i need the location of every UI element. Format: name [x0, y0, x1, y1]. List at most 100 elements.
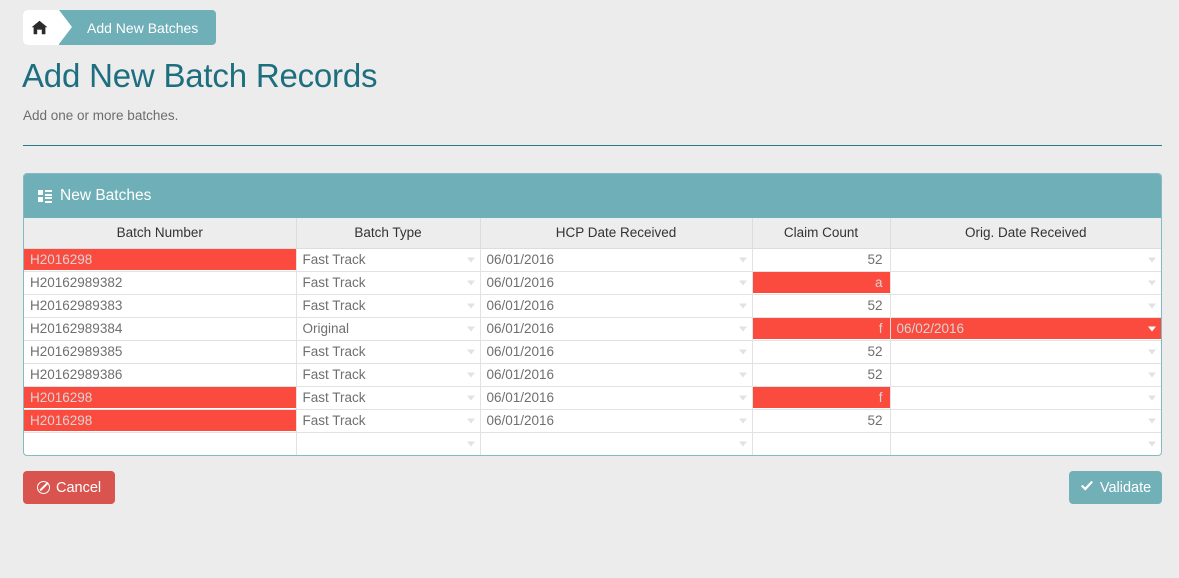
- chevron-down-icon[interactable]: [466, 280, 475, 285]
- validate-button[interactable]: Validate: [1069, 471, 1162, 504]
- hcp-date-input[interactable]: 06/01/2016: [481, 249, 752, 270]
- batch-type-input[interactable]: [297, 433, 480, 454]
- cell-claim-count[interactable]: 52: [751, 293, 891, 318]
- batch-number-input[interactable]: H20162989385: [24, 341, 296, 362]
- chevron-down-icon[interactable]: [1148, 326, 1156, 331]
- batch-type-input[interactable]: Original: [297, 318, 480, 339]
- cell-orig-date[interactable]: [889, 293, 1161, 318]
- cell-claim-count[interactable]: a: [751, 270, 891, 295]
- chevron-down-icon[interactable]: [1148, 303, 1156, 308]
- cell-batch-number[interactable]: H20162989385: [24, 339, 297, 364]
- cell-batch-type[interactable]: Fast Track: [295, 247, 481, 272]
- cell-batch-type[interactable]: [295, 431, 481, 455]
- claim-count-input[interactable]: [753, 433, 890, 454]
- chevron-down-icon[interactable]: [1148, 372, 1156, 377]
- cell-orig-date[interactable]: 06/02/2016: [889, 316, 1161, 341]
- chevron-down-icon[interactable]: [466, 418, 475, 423]
- hcp-date-input[interactable]: 06/01/2016: [481, 410, 752, 431]
- batch-type-input[interactable]: Fast Track: [297, 341, 480, 362]
- chevron-down-icon[interactable]: [466, 303, 475, 308]
- cell-batch-number[interactable]: H2016298: [24, 408, 297, 433]
- batch-type-input[interactable]: Fast Track: [297, 249, 480, 270]
- cell-batch-number[interactable]: H20162989384: [24, 316, 297, 341]
- column-header-batch-type[interactable]: Batch Type: [295, 218, 481, 249]
- cell-orig-date[interactable]: [889, 431, 1162, 455]
- cell-claim-count[interactable]: 52: [751, 362, 891, 387]
- chevron-down-icon[interactable]: [738, 349, 747, 354]
- chevron-down-icon[interactable]: [738, 257, 747, 262]
- claim-count-input[interactable]: f: [752, 318, 890, 339]
- orig-date-input[interactable]: 06/02/2016: [890, 318, 1161, 339]
- cell-hcp-date[interactable]: 06/01/2016: [479, 316, 753, 341]
- cell-claim-count[interactable]: 52: [751, 339, 891, 364]
- cell-batch-type[interactable]: Original: [295, 316, 481, 341]
- column-header-hcp-date[interactable]: HCP Date Received: [479, 218, 753, 249]
- batch-number-input[interactable]: H2016298: [24, 387, 296, 408]
- cell-claim-count[interactable]: 52: [751, 247, 891, 272]
- cell-hcp-date[interactable]: 06/01/2016: [479, 362, 753, 387]
- batch-number-input[interactable]: H20162989386: [24, 364, 296, 385]
- cell-orig-date[interactable]: [889, 385, 1162, 410]
- chevron-down-icon[interactable]: [1148, 418, 1156, 423]
- cell-batch-type[interactable]: Fast Track: [295, 385, 481, 410]
- chevron-down-icon[interactable]: [466, 441, 475, 447]
- batch-number-input[interactable]: H2016298: [24, 249, 296, 270]
- claim-count-input[interactable]: f: [752, 387, 890, 408]
- chevron-down-icon[interactable]: [738, 441, 747, 447]
- cell-orig-date[interactable]: [889, 339, 1161, 364]
- orig-date-input[interactable]: [891, 387, 1162, 408]
- cell-batch-number[interactable]: H20162989383: [24, 293, 297, 318]
- column-header-orig-date[interactable]: Orig. Date Received: [889, 218, 1161, 249]
- cancel-button[interactable]: Cancel: [23, 471, 116, 504]
- batch-number-input[interactable]: H20162989384: [24, 318, 296, 339]
- chevron-down-icon[interactable]: [738, 372, 747, 377]
- column-header-claim-count[interactable]: Claim Count: [751, 218, 891, 249]
- hcp-date-input[interactable]: 06/01/2016: [481, 364, 752, 385]
- cell-hcp-date[interactable]: 06/01/2016: [479, 339, 753, 364]
- batch-number-input[interactable]: [24, 433, 296, 454]
- chevron-down-icon[interactable]: [466, 372, 475, 377]
- chevron-down-icon[interactable]: [466, 326, 475, 331]
- cell-hcp-date[interactable]: 06/01/2016: [479, 247, 753, 272]
- hcp-date-input[interactable]: 06/01/2016: [481, 387, 752, 408]
- chevron-down-icon[interactable]: [738, 395, 747, 400]
- batch-type-input[interactable]: Fast Track: [297, 410, 480, 431]
- cell-claim-count[interactable]: [751, 431, 891, 455]
- chevron-down-icon[interactable]: [738, 326, 747, 331]
- batch-type-input[interactable]: Fast Track: [297, 295, 480, 316]
- batch-number-input[interactable]: H20162989383: [24, 295, 296, 316]
- hcp-date-input[interactable]: 06/01/2016: [481, 318, 752, 339]
- claim-count-input[interactable]: 52: [753, 295, 890, 316]
- chevron-down-icon[interactable]: [1148, 349, 1156, 354]
- chevron-down-icon[interactable]: [466, 257, 475, 262]
- chevron-down-icon[interactable]: [738, 303, 747, 308]
- cell-hcp-date[interactable]: 06/01/2016: [479, 385, 753, 410]
- cell-hcp-date[interactable]: 06/01/2016: [479, 270, 753, 295]
- orig-date-input[interactable]: [891, 272, 1162, 293]
- breadcrumb-home-link[interactable]: [23, 10, 72, 45]
- hcp-date-input[interactable]: [481, 433, 752, 454]
- cell-claim-count[interactable]: f: [751, 316, 891, 341]
- cell-claim-count[interactable]: 52: [751, 408, 891, 433]
- claim-count-input[interactable]: a: [752, 272, 890, 293]
- cell-hcp-date[interactable]: [479, 431, 753, 455]
- batch-type-input[interactable]: Fast Track: [297, 272, 480, 293]
- cell-orig-date[interactable]: [889, 247, 1161, 272]
- orig-date-input[interactable]: [891, 433, 1162, 454]
- cell-batch-type[interactable]: Fast Track: [295, 293, 481, 318]
- cell-hcp-date[interactable]: 06/01/2016: [479, 293, 753, 318]
- chevron-down-icon[interactable]: [466, 349, 475, 354]
- chevron-down-icon[interactable]: [738, 418, 747, 423]
- cell-orig-date[interactable]: [889, 270, 1162, 295]
- chevron-down-icon[interactable]: [1148, 280, 1156, 285]
- chevron-down-icon[interactable]: [1148, 441, 1156, 447]
- claim-count-input[interactable]: 52: [753, 364, 890, 385]
- claim-count-input[interactable]: 52: [753, 410, 890, 431]
- cell-orig-date[interactable]: [889, 408, 1162, 433]
- batch-type-input[interactable]: Fast Track: [297, 387, 480, 408]
- cell-batch-type[interactable]: Fast Track: [295, 408, 481, 433]
- cell-batch-type[interactable]: Fast Track: [295, 362, 481, 387]
- orig-date-input[interactable]: [891, 410, 1162, 431]
- chevron-down-icon[interactable]: [738, 280, 747, 285]
- chevron-down-icon[interactable]: [1148, 257, 1156, 262]
